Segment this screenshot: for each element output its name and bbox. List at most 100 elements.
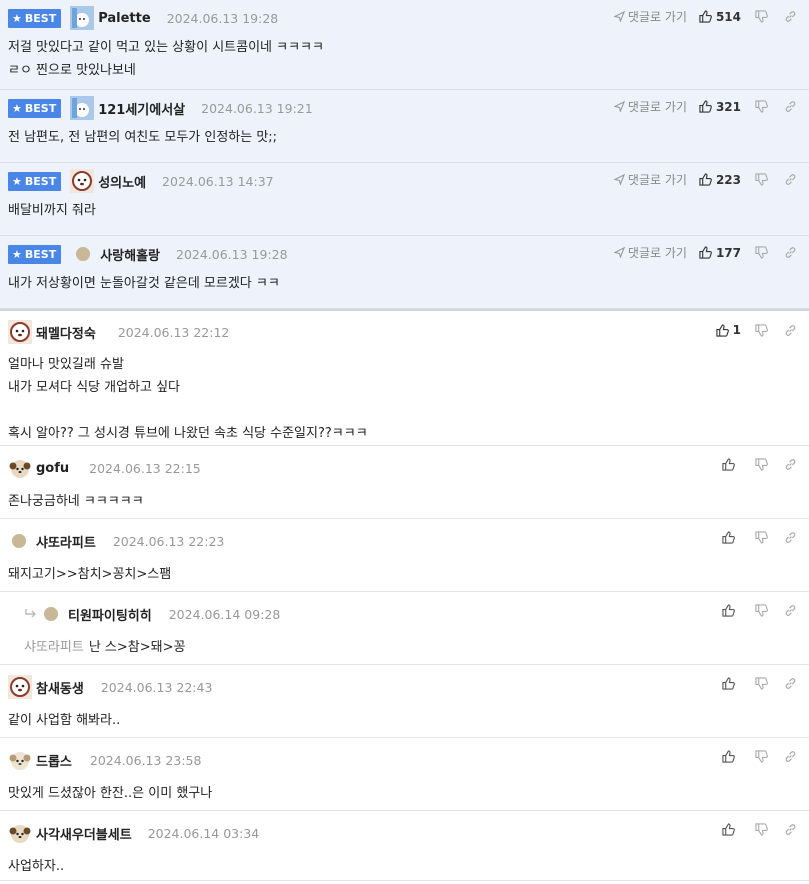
comment-date: 2024.06.13 23:58 <box>89 752 202 768</box>
nickname[interactable]: 티원파이팅히히 <box>68 605 152 624</box>
go-to-reply-link[interactable]: 댓글로 가기 <box>613 98 687 115</box>
thumbs-down-icon <box>755 100 768 113</box>
like-button[interactable]: 177 <box>699 246 741 260</box>
link-button[interactable] <box>784 604 797 617</box>
thumbs-up-icon <box>722 458 735 471</box>
comment-date: 2024.06.13 22:43 <box>100 679 213 695</box>
comment: 사각새우더블세트 2024.06.14 03:34 사업하자.. <box>0 811 809 881</box>
dislike-button[interactable] <box>755 246 768 259</box>
dislike-button[interactable] <box>755 10 768 23</box>
like-button[interactable]: 1 <box>716 323 741 337</box>
like-button[interactable] <box>722 604 739 617</box>
comment-date: 2024.06.13 22:12 <box>117 324 230 340</box>
like-button[interactable] <box>722 458 739 471</box>
thumbs-down-icon <box>755 173 768 186</box>
avatar[interactable] <box>8 675 32 699</box>
dislike-button[interactable] <box>755 750 768 763</box>
dislike-button[interactable] <box>755 823 768 836</box>
comment-actions <box>722 531 797 544</box>
thumbs-up-icon <box>722 823 735 836</box>
like-button[interactable] <box>722 531 739 544</box>
link-button[interactable] <box>784 750 797 763</box>
dislike-button[interactable] <box>755 100 768 113</box>
thumbs-down-icon <box>755 677 768 690</box>
link-button[interactable] <box>784 173 797 186</box>
comment-date: 2024.06.13 22:23 <box>112 533 225 549</box>
go-to-reply-link[interactable]: 댓글로 가기 <box>613 171 687 188</box>
link-button[interactable] <box>784 246 797 259</box>
reply-arrow-icon <box>24 608 38 620</box>
thumbs-down-icon <box>755 246 768 259</box>
send-icon <box>613 174 625 185</box>
avatar[interactable] <box>8 456 32 480</box>
comment-body: 얼마나 맛있길래 슈발 내가 모셔다 식당 개업하고 싶다 혹시 알아?? 그 … <box>8 357 368 441</box>
link-button[interactable] <box>784 823 797 836</box>
nickname[interactable]: Palette <box>98 11 150 26</box>
like-button[interactable]: 223 <box>699 173 741 187</box>
nickname[interactable]: 샤또라피트 <box>36 532 96 551</box>
dislike-button[interactable] <box>755 323 768 337</box>
link-button[interactable] <box>784 531 797 544</box>
like-button[interactable]: 321 <box>699 100 741 114</box>
avatar[interactable] <box>76 247 91 261</box>
thumbs-up-icon <box>699 246 712 259</box>
send-icon <box>613 247 625 258</box>
link-button[interactable] <box>784 677 797 690</box>
thumbs-down-icon <box>755 823 768 836</box>
link-button[interactable] <box>784 100 797 113</box>
comment-date: 2024.06.13 14:37 <box>162 173 274 189</box>
avatar[interactable] <box>70 6 95 30</box>
comment-actions: 댓글로 가기 177 <box>613 244 797 261</box>
avatar[interactable] <box>12 534 26 548</box>
avatar[interactable] <box>8 320 32 344</box>
nickname[interactable]: 사각새우더블세트 <box>36 824 132 843</box>
nickname[interactable]: 121세기에서살 <box>98 99 185 118</box>
dislike-button[interactable] <box>755 531 768 544</box>
avatar[interactable] <box>8 821 32 845</box>
thumbs-up-icon <box>722 750 735 763</box>
link-button[interactable] <box>784 458 797 471</box>
link-button[interactable] <box>784 10 797 23</box>
nickname[interactable]: 드롭스 <box>36 751 72 770</box>
like-button[interactable]: 514 <box>699 10 741 24</box>
comment-body: 내가 저상황이면 눈돌아갈것 같은데 모르겠다 ㅋㅋ <box>8 276 280 291</box>
avatar[interactable] <box>70 169 95 193</box>
comment-date: 2024.06.13 22:15 <box>89 460 201 476</box>
go-to-reply-link[interactable]: 댓글로 가기 <box>613 244 687 261</box>
nickname[interactable]: gofu <box>36 461 69 476</box>
comment-actions <box>722 604 797 617</box>
like-count: 514 <box>715 9 741 24</box>
link-icon <box>785 247 796 258</box>
go-to-reply-link[interactable]: 댓글로 가기 <box>613 8 687 25</box>
nickname[interactable]: 참새동생 <box>36 678 84 697</box>
avatar[interactable] <box>8 748 32 772</box>
dislike-button[interactable] <box>755 677 768 690</box>
like-count: 321 <box>715 99 741 114</box>
like-button[interactable] <box>722 823 739 836</box>
thumbs-down-icon <box>755 604 768 617</box>
star-icon: ★ <box>12 174 22 188</box>
avatar[interactable] <box>44 607 58 621</box>
dislike-button[interactable] <box>755 458 768 471</box>
like-button[interactable] <box>722 677 739 690</box>
dislike-button[interactable] <box>755 173 768 186</box>
comment-list: ★ BEST Palette 2024.06.13 19:28 댓글로 가기 51… <box>0 0 809 881</box>
comment-date: 2024.06.14 03:34 <box>147 825 260 841</box>
mention[interactable]: 샤또라피트 <box>24 640 84 655</box>
star-icon: ★ <box>12 101 22 115</box>
nickname[interactable]: 돼멜다정숙 <box>36 323 96 342</box>
comment-body: 사업하자.. <box>8 859 65 874</box>
comment-body: 저걸 맛있다고 같이 먹고 있는 상황이 시트콤이네 ㅋㅋㅋㅋ ㄹㅇ 찐으로 맛… <box>8 40 324 78</box>
like-count: 1 <box>732 323 741 337</box>
avatar[interactable] <box>70 96 95 120</box>
link-icon <box>785 751 796 762</box>
best-comment: ★ BEST 사랑해홀랑 2024.06.13 19:28 댓글로 가기 177 … <box>0 236 809 309</box>
like-button[interactable] <box>722 750 739 763</box>
nickname[interactable]: 성의노예 <box>98 172 146 191</box>
comment-actions <box>722 823 797 836</box>
comment-date: 2024.06.13 19:21 <box>201 100 313 116</box>
link-button[interactable] <box>784 324 797 337</box>
best-comment: ★ BEST 121세기에서살 2024.06.13 19:21 댓글로 가기 3… <box>0 90 809 163</box>
nickname[interactable]: 사랑해홀랑 <box>100 245 160 264</box>
dislike-button[interactable] <box>755 604 768 617</box>
